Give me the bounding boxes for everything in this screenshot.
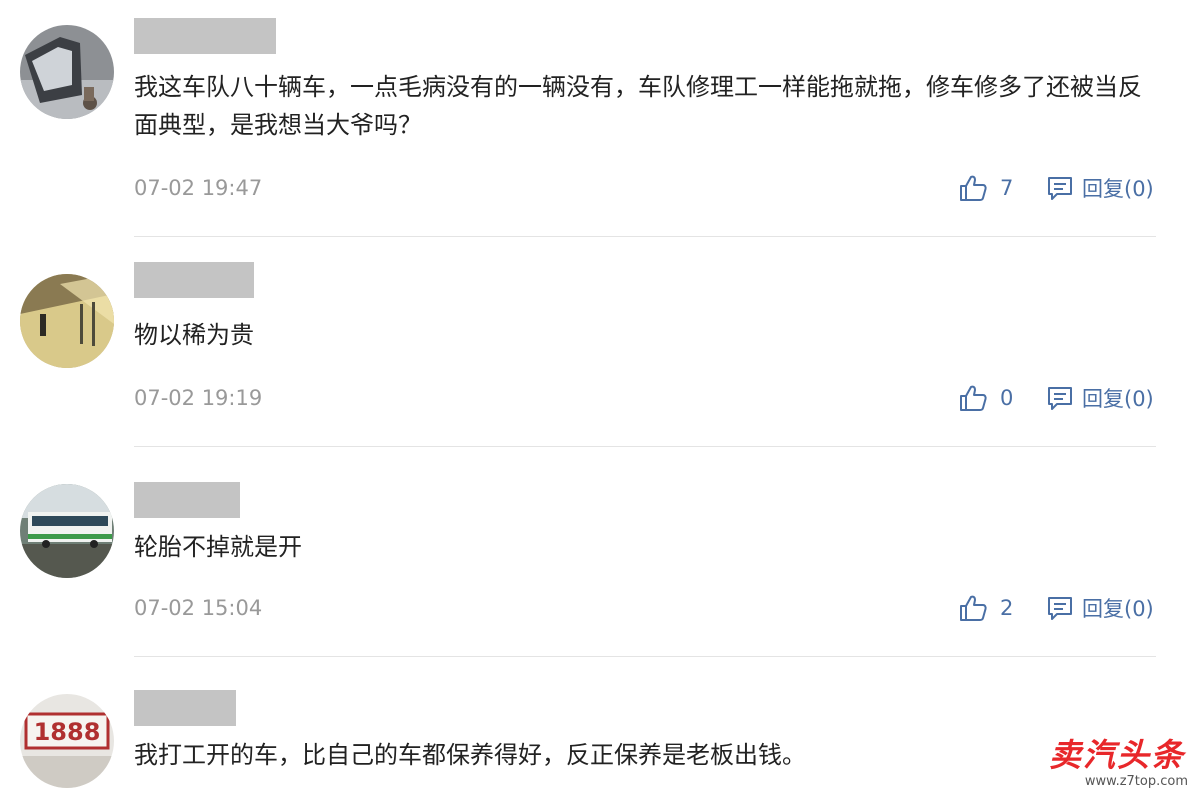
- username-redacted[interactable]: [134, 690, 236, 726]
- comment-feed: 我这车队八十辆车，一点毛病没有的一辆没有，车队修理工一样能拖就拖，修车修多了还被…: [0, 0, 1200, 800]
- comment-icon: [1046, 384, 1074, 412]
- like-button[interactable]: 7: [958, 172, 1013, 204]
- watermark-url: www.z7top.com: [1084, 774, 1188, 789]
- username-redacted[interactable]: [134, 262, 254, 298]
- watermark-title: 卖汽头条: [1048, 736, 1185, 774]
- number-plate-avatar: 1888: [20, 694, 114, 788]
- like-count: 0: [1000, 386, 1014, 410]
- comment-text: 轮胎不掉就是开: [134, 533, 302, 561]
- reply-button[interactable]: 回复(0): [1046, 592, 1154, 624]
- bus-photo-avatar: [20, 484, 114, 578]
- watermark-logo: 卖汽头条 www.z7top.com: [1040, 736, 1194, 794]
- divider: [134, 656, 1156, 657]
- avatar-number: 1888: [34, 718, 101, 746]
- reply-label: 回复(0): [1082, 177, 1154, 201]
- divider: [134, 236, 1156, 237]
- reply-label: 回复(0): [1082, 387, 1154, 411]
- avatar[interactable]: [20, 484, 114, 578]
- divider: [134, 446, 1156, 447]
- thumbs-up-icon: [958, 383, 988, 413]
- username-redacted[interactable]: [134, 18, 276, 54]
- like-button[interactable]: 0: [958, 382, 1013, 414]
- reply-label: 回复(0): [1082, 597, 1154, 621]
- timestamp: 07-02 19:19: [134, 386, 263, 410]
- thumbs-up-icon: [958, 593, 988, 623]
- avatar[interactable]: [20, 25, 114, 119]
- comment-text: 我这车队八十辆车，一点毛病没有的一辆没有，车队修理工一样能拖就拖，修车修多了还被…: [134, 73, 1142, 139]
- sunset-photo-avatar: [20, 274, 114, 368]
- reply-button[interactable]: 回复(0): [1046, 382, 1154, 414]
- avatar[interactable]: 1888: [20, 694, 114, 788]
- like-count: 7: [1000, 176, 1014, 200]
- comment-text: 物以稀为贵: [134, 321, 254, 349]
- comment-icon: [1046, 174, 1074, 202]
- like-button[interactable]: 2: [958, 592, 1013, 624]
- car-photo-avatar: [20, 25, 114, 119]
- comment-icon: [1046, 594, 1074, 622]
- thumbs-up-icon: [958, 173, 988, 203]
- reply-button[interactable]: 回复(0): [1046, 172, 1154, 204]
- timestamp: 07-02 19:47: [134, 176, 263, 200]
- comment-text: 我打工开的车，比自己的车都保养得好，反正保养是老板出钱。: [134, 741, 806, 769]
- avatar[interactable]: [20, 274, 114, 368]
- timestamp: 07-02 15:04: [134, 596, 263, 620]
- username-redacted[interactable]: [134, 482, 240, 518]
- like-count: 2: [1000, 596, 1014, 620]
